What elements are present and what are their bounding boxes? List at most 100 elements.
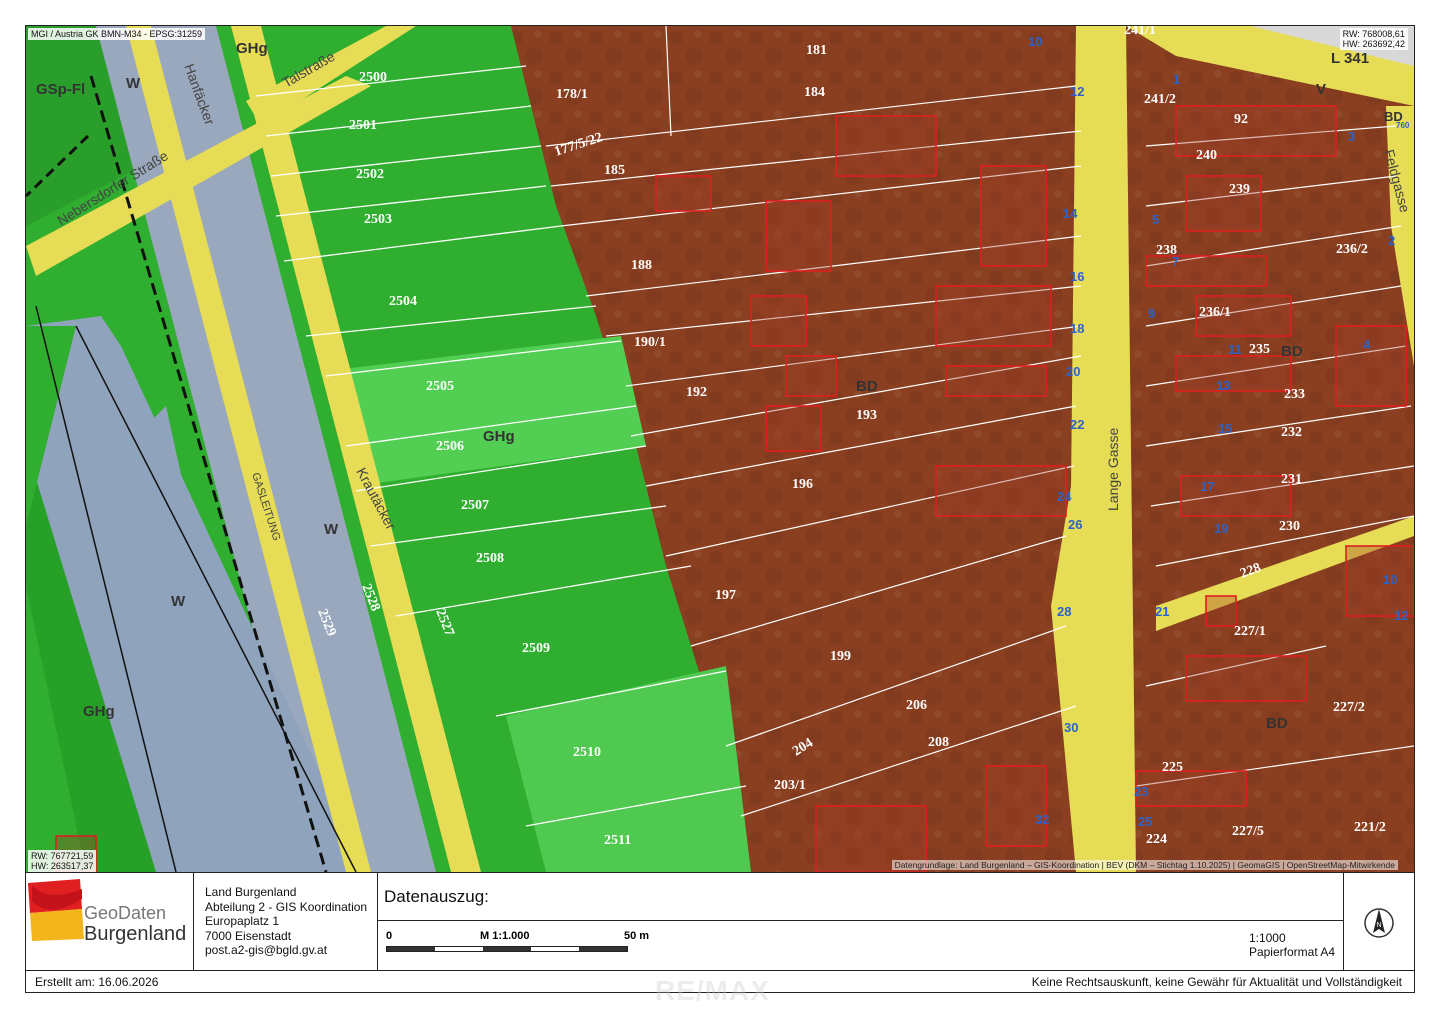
parcel-label: 192 [686, 385, 707, 400]
house-number: 28 [1057, 604, 1071, 619]
parcel-label: 225 [1162, 760, 1183, 775]
parcel-label: 203/1 [774, 778, 806, 793]
crs-label: MGI / Austria GK BMN-M34 - EPSG:31259 [28, 28, 206, 40]
zone-w-river: W [171, 593, 186, 610]
street-label-lange-gasse: Lange Gasse [1105, 428, 1121, 511]
house-number: 10 [1383, 572, 1397, 587]
scale-text: 1:1000 [1248, 931, 1286, 945]
parcel-label: 224 [1146, 832, 1167, 847]
house-number: 19 [1214, 521, 1228, 536]
parcel-label: 2506 [436, 439, 464, 454]
zone-ghg-top: GHg [236, 40, 268, 57]
house-number: 17 [1200, 479, 1214, 494]
scalebar: 0 M 1:1.000 50 m [386, 930, 649, 960]
parcel-label: 190/1 [634, 335, 666, 350]
coord-bottom-left: RW: 767721,59 HW: 263517,37 [28, 850, 97, 872]
paper-format: Papierformat A4 [1248, 945, 1335, 959]
parcel-label: 181 [806, 43, 827, 58]
coord-top-right: RW: 768008,61 HW: 263692,42 [1339, 28, 1408, 50]
zone-w-canal: W [324, 521, 339, 538]
parcel-label: 236/2 [1336, 242, 1368, 257]
parcel-label: 2504 [389, 294, 417, 309]
parcel-label: 184 [804, 85, 825, 100]
parcel-label: 233 [1284, 387, 1305, 402]
parcel-label: 241/1 [1124, 26, 1156, 38]
house-number: 18 [1070, 321, 1084, 336]
parcel-label: 178/1 [556, 87, 588, 102]
north-arrow-icon: N [1364, 908, 1394, 938]
road-ref-l341: L 341 [1331, 50, 1369, 67]
house-number: 16 [1070, 269, 1084, 284]
house-number: 14 [1063, 206, 1078, 221]
org-line: Land Burgenland [205, 885, 297, 899]
parcel-label: 241/2 [1144, 92, 1176, 107]
house-number: 4 [1363, 337, 1371, 352]
house-number: 32 [1035, 812, 1049, 827]
house-number: 13 [1216, 378, 1230, 393]
parcel-label: 227/2 [1333, 700, 1365, 715]
zone-v: V [1316, 81, 1326, 98]
house-number: 3 [1348, 129, 1355, 144]
coord-hw: HW: 263692,42 [1342, 39, 1405, 49]
coord-hw: HW: 263517,37 [31, 861, 94, 871]
logo-text-top: GeoDaten [84, 903, 167, 923]
house-number: 25 [1138, 814, 1152, 829]
house-number: 23 [1134, 784, 1148, 799]
house-number: 7 [1172, 254, 1179, 269]
zone-ghg-center: GHg [483, 428, 515, 445]
parcel-label: 206 [906, 698, 927, 713]
org-line: 7000 Eisenstadt [205, 928, 292, 943]
house-number: 12 [1070, 84, 1084, 99]
parcel-label: 2502 [356, 167, 384, 182]
parcel-label: 240 [1196, 148, 1217, 163]
parcel-label: 236/1 [1199, 305, 1231, 320]
scalebar-middle: M 1:1.000 [480, 930, 530, 942]
logo-text-bottom: Burgenland [84, 923, 187, 945]
parcel-label: 2510 [573, 745, 601, 760]
house-number: 26 [1068, 517, 1082, 532]
north-arrow-cell: N [1344, 873, 1414, 970]
zone-ghg-left: GHg [83, 703, 115, 720]
scalebar-end: 50 m [624, 930, 650, 942]
house-number: 30 [1064, 720, 1078, 735]
parcel-label: 196 [792, 477, 813, 492]
organization-info: Land Burgenland Abteilung 2 - GIS Koordi… [194, 873, 378, 970]
parcel-label: 2503 [364, 212, 392, 227]
house-number: 11 [1228, 342, 1242, 357]
house-number: 20 [1066, 364, 1080, 379]
parcel-label: 199 [830, 649, 851, 664]
zone-bd-right: BD [1281, 343, 1303, 360]
extract-info: Datenauszug: 0 M 1:1.000 50 m 1:1000 Pap… [378, 873, 1344, 970]
parcel-label: 188 [631, 258, 652, 273]
zoning-map[interactable]: Talstraße Hanfäcker Nebersdorfer Straße … [26, 26, 1414, 872]
parcel-label: 239 [1229, 182, 1250, 197]
parcel-label: 235 [1249, 342, 1270, 357]
parcel-label: 208 [928, 735, 949, 750]
parcel-label: 193 [856, 408, 877, 423]
parcel-label: 221/2 [1354, 820, 1386, 835]
extract-title: Datenauszug: [384, 887, 489, 906]
house-number: 15 [1218, 421, 1232, 436]
house-number: 12 [1394, 608, 1408, 623]
disclaimer: Keine Rechtsauskunft, keine Gewähr für A… [1031, 975, 1402, 989]
parcel-label: 2511 [604, 833, 631, 848]
parcel-label: 227/1 [1234, 624, 1266, 639]
zone-w-top: W [126, 75, 141, 92]
org-email[interactable]: post.a2-gis@bgld.gv.at [205, 943, 377, 958]
house-number: 9 [1148, 306, 1155, 321]
parcel-label: 230 [1279, 519, 1300, 534]
parcel-label: 2507 [461, 498, 489, 513]
house-number: 21 [1155, 604, 1169, 619]
remax-watermark: RE/MAX [655, 975, 770, 1006]
parcel-label: 92 [1234, 112, 1248, 127]
zone-bd-center: BD [856, 378, 878, 395]
house-number: 2 [1388, 233, 1395, 248]
parcel-label: 185 [604, 163, 625, 178]
scalebar-start: 0 [386, 930, 393, 942]
map-frame[interactable]: Talstraße Hanfäcker Nebersdorfer Straße … [26, 26, 1414, 872]
parcel-label: 227/5 [1232, 824, 1264, 839]
org-line: Abteilung 2 - GIS Koordination [205, 899, 368, 914]
parcel-label: 2501 [349, 118, 377, 133]
org-line: Europaplatz 1 [205, 914, 280, 928]
coord-rw: RW: 767721,59 [31, 851, 94, 861]
